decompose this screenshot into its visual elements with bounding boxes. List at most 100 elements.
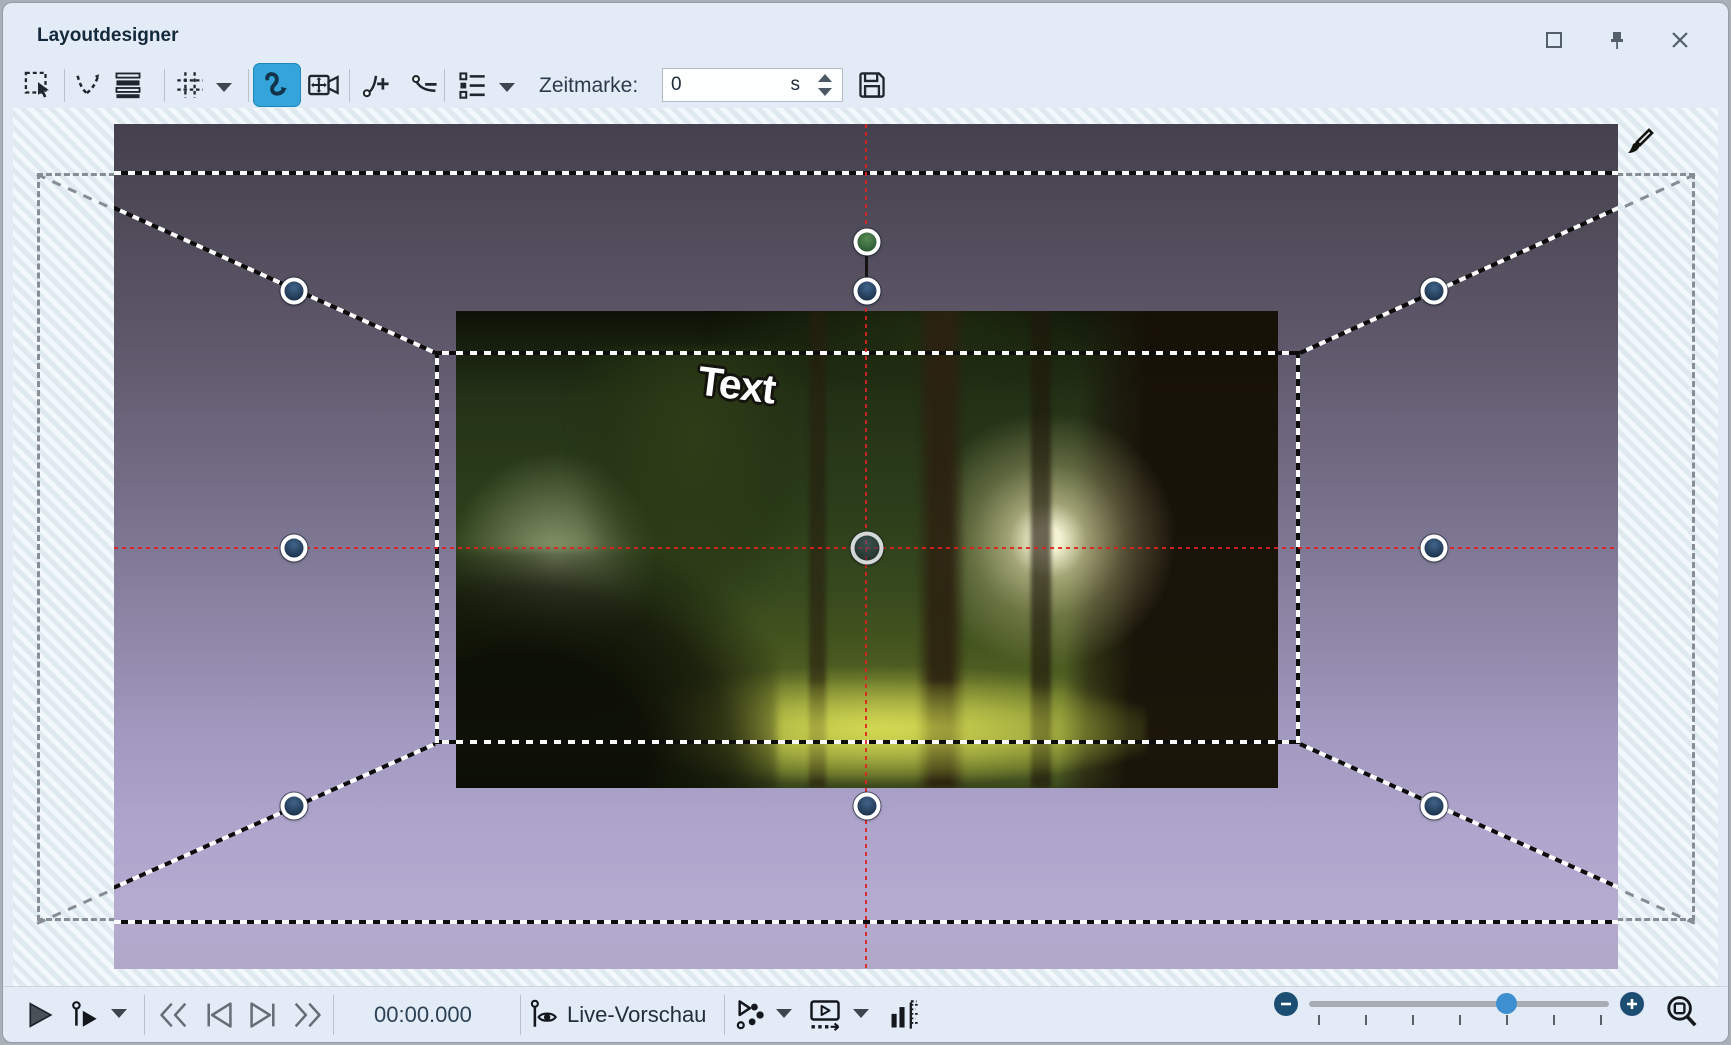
zeitmarke-spinner[interactable] (812, 71, 838, 99)
grid-tool-button[interactable] (171, 66, 209, 104)
slider-tick (1600, 1015, 1602, 1025)
transport-separator (144, 995, 145, 1035)
previous-frame-button[interactable] (200, 996, 238, 1034)
toolbar-separator (349, 69, 350, 102)
time-display: 00:00.000 (374, 1002, 472, 1028)
maximize-icon (1545, 31, 1563, 49)
spinner-up-icon[interactable] (818, 74, 832, 82)
text-overlay[interactable]: Text (695, 357, 777, 413)
video-preview-icon (807, 999, 843, 1031)
minus-icon (1279, 997, 1293, 1011)
save-button[interactable] (853, 66, 891, 104)
keyframe-remove-button[interactable] (405, 66, 443, 104)
camera-pan-tool-button[interactable] (305, 66, 343, 104)
camera-pan-tool-icon (307, 70, 341, 100)
screen: Layoutdesigner (0, 0, 1731, 1045)
path-select-tool-icon (73, 70, 103, 100)
play-from-marker-button[interactable] (67, 996, 105, 1034)
transport-separator (520, 995, 521, 1035)
resize-handle-top-right[interactable] (1421, 278, 1448, 305)
layoutdesigner-window: Layoutdesigner (2, 2, 1729, 1043)
layers-tool-button[interactable] (109, 66, 147, 104)
grid-dropdown-arrow[interactable] (216, 83, 232, 92)
play-button[interactable] (21, 996, 59, 1034)
toolbar-separator (248, 69, 249, 102)
window-title: Layoutdesigner (37, 25, 178, 47)
zoom-out-button[interactable] (1274, 992, 1298, 1016)
statistics-button[interactable] (885, 996, 923, 1034)
grid-tool-icon (175, 70, 205, 100)
next-frame-button[interactable] (244, 996, 282, 1034)
video-preview-dropdown-arrow[interactable] (853, 1009, 869, 1018)
live-preview-icon (529, 998, 561, 1032)
transport-separator (724, 995, 725, 1035)
toolbar-separator (444, 69, 445, 102)
rotation-handle[interactable] (854, 229, 881, 256)
pin-button[interactable] (1606, 29, 1628, 51)
close-icon (1671, 31, 1689, 49)
resize-handle-bottom-right[interactable] (1421, 793, 1448, 820)
zoom-fit-button[interactable] (1663, 993, 1701, 1031)
keyframe-add-icon (360, 70, 392, 100)
live-preview-button[interactable] (526, 996, 564, 1034)
keyframe-list-button[interactable] (453, 66, 491, 104)
skip-forward-button[interactable] (288, 996, 326, 1034)
layers-tool-icon (112, 70, 144, 100)
selection-inner-bottom (435, 740, 1300, 744)
resize-handle-bottom-left[interactable] (281, 793, 308, 820)
motion-path-button[interactable] (732, 996, 770, 1034)
play-from-marker-icon (70, 999, 102, 1031)
maximize-button[interactable] (1543, 29, 1565, 51)
selection-diagonal-bl (114, 742, 436, 924)
play-options-dropdown-arrow[interactable] (111, 1009, 127, 1018)
skip-to-start-icon (157, 1000, 191, 1030)
spinner-down-icon[interactable] (818, 88, 832, 96)
slider-tick (1459, 1015, 1461, 1025)
statistics-icon (888, 998, 920, 1032)
transport-separator (333, 995, 334, 1035)
keyframe-list-dropdown-arrow[interactable] (499, 83, 515, 92)
zoom-in-button[interactable] (1620, 992, 1644, 1016)
skip-to-start-button[interactable] (155, 996, 193, 1034)
work-area: Text (13, 108, 1718, 986)
resize-handle-top-left[interactable] (281, 278, 308, 305)
background-brush-button[interactable] (1615, 124, 1655, 164)
keyframe-list-icon (457, 70, 487, 100)
zoom-slider-track[interactable] (1309, 1001, 1609, 1007)
close-button[interactable] (1669, 29, 1691, 51)
keyframe-add-button[interactable] (357, 66, 395, 104)
toolbar-separator (64, 69, 65, 102)
resize-handle-top-center[interactable] (854, 278, 881, 305)
resize-handle-bottom-center[interactable] (854, 793, 881, 820)
slider-tick (1553, 1015, 1555, 1025)
previous-frame-icon (203, 1000, 235, 1030)
layout-canvas[interactable]: Text (114, 124, 1618, 969)
live-preview-label[interactable]: Live-Vorschau (567, 1002, 706, 1028)
save-icon (857, 70, 887, 100)
motion-path-icon (734, 998, 768, 1032)
select-tool-button[interactable] (19, 66, 57, 104)
pin-icon (1608, 30, 1626, 50)
slider-tick (1318, 1015, 1320, 1025)
play-icon (26, 1000, 54, 1030)
resize-handle-middle-right[interactable] (1421, 535, 1448, 562)
motion-curve-tool-icon (260, 68, 294, 102)
motion-path-dropdown-arrow[interactable] (776, 1009, 792, 1018)
toolbar-separator (164, 69, 165, 102)
zeitmarke-input[interactable] (669, 70, 783, 100)
path-select-tool-button[interactable] (69, 66, 107, 104)
slider-tick (1365, 1015, 1367, 1025)
motion-curve-tool-button[interactable] (253, 63, 301, 107)
video-preview-button[interactable] (806, 996, 844, 1034)
zoom-slider-thumb[interactable] (1496, 993, 1517, 1014)
next-frame-icon (247, 1000, 279, 1030)
select-tool-icon (23, 70, 53, 100)
zoom-fit-icon (1664, 994, 1700, 1030)
brush-icon (1615, 124, 1655, 164)
keyframe-remove-icon (408, 70, 440, 100)
resize-handle-middle-left[interactable] (281, 535, 308, 562)
move-handle-center[interactable] (851, 532, 884, 565)
selection-diagonal-tr (1299, 171, 1618, 355)
zeitmarke-field: s (662, 68, 843, 102)
zeitmarke-label: Zeitmarke: (539, 74, 638, 98)
